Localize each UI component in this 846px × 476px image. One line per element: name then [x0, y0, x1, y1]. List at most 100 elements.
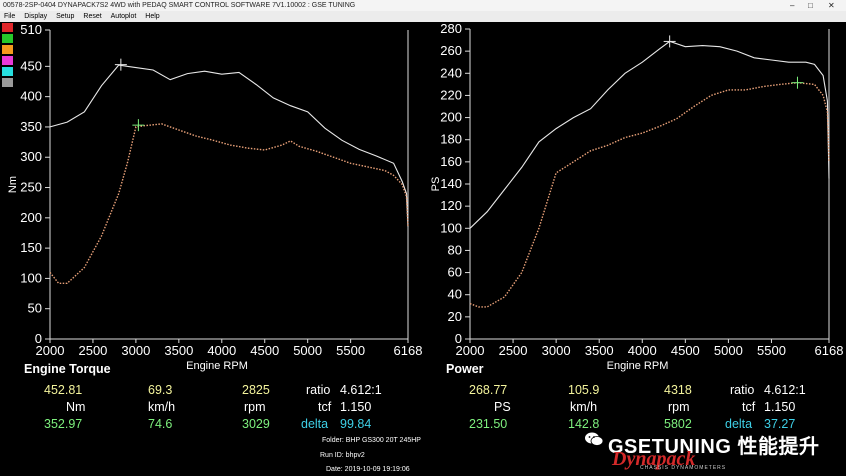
x-tick-label: 4000 — [628, 343, 657, 358]
y-tick-label: 200 — [20, 210, 42, 225]
y-tick-label: 180 — [440, 132, 462, 147]
dynapack-logo-subtitle: CHASSIS DYNAMOMETERS — [640, 465, 727, 471]
torque-panel-label: Engine Torque — [24, 362, 111, 376]
x-tick-label: 3000 — [121, 343, 150, 358]
torque-readout-speed-2: 74.6 — [148, 417, 173, 431]
torque-readout-rpm-2: 3029 — [242, 417, 270, 431]
y-axis-label: PS — [430, 177, 442, 192]
power-tcf-label: tcf — [742, 400, 756, 414]
x-axis-label: Engine RPM — [607, 360, 669, 372]
power-readout-value-2: 231.50 — [469, 417, 508, 431]
x-tick-label: 2000 — [36, 343, 65, 358]
torque-readout-rpm-1: 2825 — [242, 383, 270, 397]
info-date: Date: 2019-10-09 19:19:06 — [326, 466, 410, 473]
y-tick-label: 350 — [20, 119, 42, 134]
x-tick-label: 5000 — [293, 343, 322, 358]
torque-unit-nm: Nm — [66, 400, 86, 414]
power-readout-max-value: 268.77 — [469, 383, 508, 397]
torque-readout-speed-1: 69.3 — [148, 383, 173, 397]
x-tick-label: 2500 — [78, 343, 107, 358]
torque-tcf-value: 1.150 — [340, 400, 372, 414]
info-folder: Folder: BHP GS300 20T 245HP — [322, 437, 421, 444]
y-tick-label: 300 — [20, 149, 42, 164]
power-readout-speed-2: 142.8 — [568, 417, 600, 431]
torque-ratio-value: 4.612:1 — [340, 383, 382, 397]
y-tick-label: 450 — [20, 58, 42, 73]
x-tick-label: 4500 — [671, 343, 700, 358]
x-axis-label: Engine RPM — [186, 360, 248, 372]
y-tick-label: 510 — [20, 22, 42, 37]
torque-ratio-label: ratio — [306, 383, 331, 397]
series-line-0 — [49, 64, 409, 227]
torque-unit-kmh: km/h — [148, 400, 176, 414]
torque-unit-rpm: rpm — [244, 400, 266, 414]
x-tick-label: 5500 — [757, 343, 786, 358]
power-delta-value: 37.27 — [764, 417, 796, 431]
y-tick-label: 80 — [448, 242, 462, 257]
y-tick-label: 100 — [20, 270, 42, 285]
title-bar: 00578-2SP-0404 DYNAPACK7S2 4WD with PEDA… — [0, 0, 846, 11]
window-title: 00578-2SP-0404 DYNAPACK7S2 4WD with PEDA… — [3, 2, 356, 9]
torque-delta-label: delta — [301, 417, 329, 431]
torque-tcf-label: tcf — [318, 400, 332, 414]
power-readout-rpm-2: 5802 — [664, 417, 692, 431]
power-readout-speed-1: 105.9 — [568, 383, 600, 397]
x-tick-label: 2500 — [499, 343, 528, 358]
torque-readout-max-value: 452.81 — [44, 383, 83, 397]
readout-panel: Engine Torque Power 452.81 69.3 2825 Nm … — [0, 362, 846, 476]
x-tick-label: 5000 — [714, 343, 743, 358]
power-unit-ps: PS — [494, 400, 511, 414]
power-delta-label: delta — [725, 417, 753, 431]
y-tick-label: 280 — [440, 22, 462, 36]
y-tick-label: 40 — [448, 287, 462, 302]
y-tick-label: 20 — [448, 309, 462, 324]
info-run-id: Run ID: bhpv2 — [320, 452, 365, 459]
torque-readout-value-2: 352.97 — [44, 417, 83, 431]
y-tick-label: 150 — [20, 240, 42, 255]
torque-delta-value: 99.84 — [340, 417, 372, 431]
maximize-button[interactable]: □ — [808, 0, 813, 11]
power-unit-rpm: rpm — [668, 400, 690, 414]
torque-chart: 0501001502002503003504004505102000 2500 30… — [7, 22, 423, 372]
menu-autoplot[interactable]: Autoplot — [111, 13, 137, 20]
series-line-1 — [49, 123, 409, 284]
menu-reset[interactable]: Reset — [83, 13, 101, 20]
power-readout-rpm-1: 4318 — [664, 383, 692, 397]
menu-bar: File Display Setup Reset Autoplot Help — [0, 11, 846, 22]
power-ratio-value: 4.612:1 — [764, 383, 806, 397]
y-tick-label: 250 — [20, 180, 42, 195]
x-tick-label: 3500 — [164, 343, 193, 358]
y-tick-label: 400 — [20, 89, 42, 104]
power-chart: 0204060801001201401601802002202402602802… — [430, 22, 844, 372]
menu-help[interactable]: Help — [145, 13, 159, 20]
power-panel-label: Power — [446, 362, 484, 376]
y-tick-label: 200 — [440, 110, 462, 125]
y-tick-label: 160 — [440, 154, 462, 169]
x-tick-label: 3000 — [542, 343, 571, 358]
x-tick-label: 6168 — [394, 343, 423, 358]
y-tick-label: 120 — [440, 198, 462, 213]
x-tick-label: 6168 — [815, 343, 844, 358]
y-tick-label: 100 — [440, 220, 462, 235]
menu-setup[interactable]: Setup — [56, 13, 74, 20]
y-tick-label: 50 — [28, 301, 42, 316]
y-tick-label: 260 — [440, 43, 462, 58]
y-axis-label: Nm — [7, 176, 19, 193]
y-tick-label: 240 — [440, 65, 462, 80]
wechat-icon — [585, 432, 604, 446]
minimize-button[interactable]: – — [790, 0, 794, 11]
menu-file[interactable]: File — [4, 13, 15, 20]
y-tick-label: 140 — [440, 176, 462, 191]
y-tick-label: 60 — [448, 265, 462, 280]
power-unit-kmh: km/h — [570, 400, 598, 414]
x-tick-label: 4500 — [250, 343, 279, 358]
power-tcf-value: 1.150 — [764, 400, 796, 414]
x-tick-label: 4000 — [207, 343, 236, 358]
series-line-1 — [469, 81, 830, 308]
y-tick-label: 220 — [440, 87, 462, 102]
menu-display[interactable]: Display — [24, 13, 47, 20]
series-line-0 — [469, 40, 830, 229]
x-tick-label: 2000 — [456, 343, 485, 358]
close-button[interactable]: ✕ — [828, 0, 835, 11]
x-tick-label: 3500 — [585, 343, 614, 358]
